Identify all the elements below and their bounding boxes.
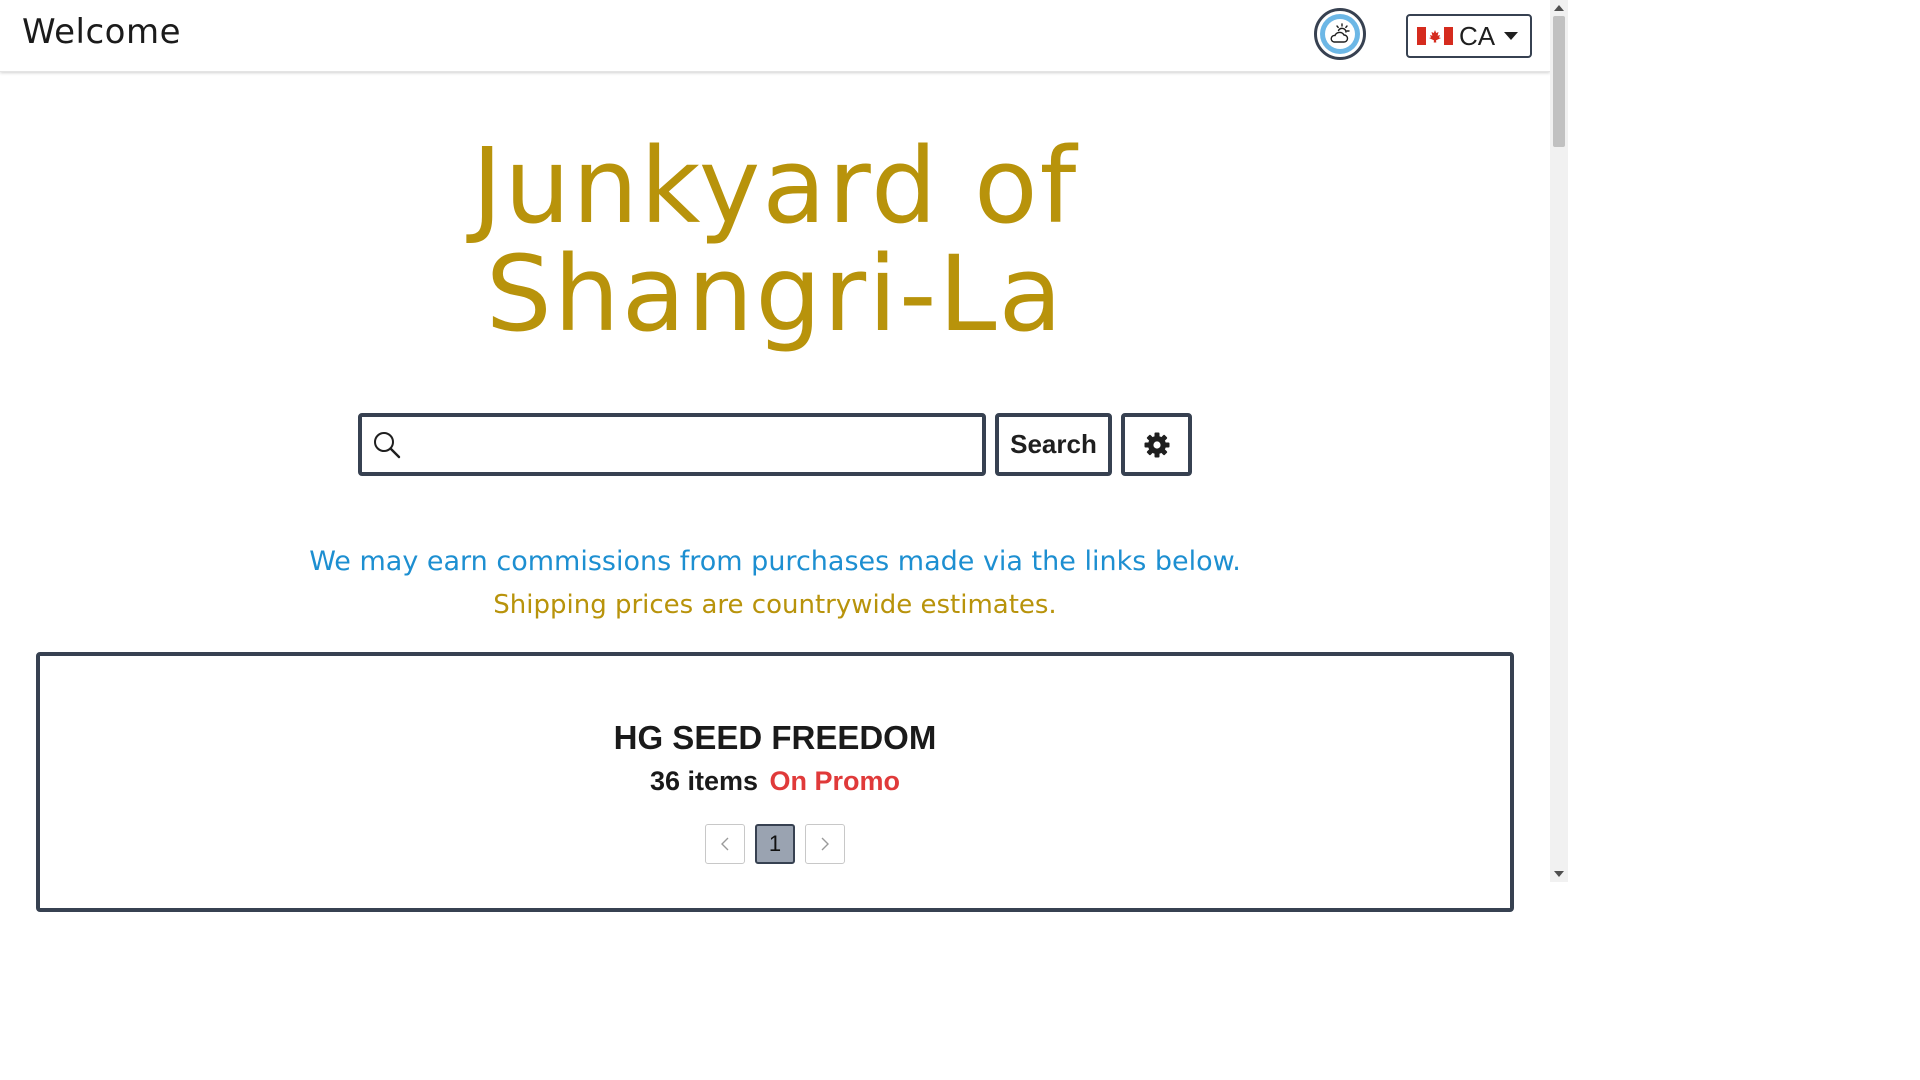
scroll-up-arrow-icon[interactable] [1554, 5, 1564, 11]
site-title: Junkyard of Shangri-La [0, 132, 1550, 348]
prev-page-button[interactable] [705, 824, 745, 864]
country-code: CA [1459, 20, 1496, 51]
search-button[interactable]: Search [995, 413, 1112, 476]
product-title: HG SEED FREEDOM [613, 719, 937, 756]
site-title-line2: Shangri-La [485, 233, 1065, 355]
item-count: 36 items [649, 766, 759, 796]
scroll-down-arrow-icon[interactable] [1554, 871, 1564, 877]
search-settings-button[interactable] [1121, 413, 1192, 476]
commission-notice: We may earn commissions from purchases m… [309, 546, 1241, 577]
partly-cloudy-icon [1330, 23, 1350, 43]
search-input[interactable] [408, 418, 982, 471]
scrollbar-thumb[interactable] [1553, 16, 1565, 147]
weather-toggle-button[interactable] [1314, 8, 1366, 60]
chevron-right-icon [821, 837, 829, 851]
country-selector[interactable]: CA [1406, 14, 1532, 58]
canada-flag-icon [1417, 27, 1453, 45]
page-button-current[interactable]: 1 [755, 824, 795, 864]
top-navbar: Welcome CA [0, 0, 1550, 72]
next-page-button[interactable] [805, 824, 845, 864]
search-field[interactable] [358, 413, 986, 476]
vertical-scrollbar[interactable] [1550, 0, 1568, 882]
welcome-title: Welcome [22, 12, 182, 52]
site-title-line1: Junkyard of [471, 125, 1079, 247]
shipping-notice: Shipping prices are countrywide estimate… [493, 590, 1057, 620]
pagination: 1 [40, 824, 1510, 864]
search-icon [374, 431, 401, 458]
chevron-left-icon [721, 837, 729, 851]
chevron-down-icon [1504, 32, 1519, 40]
promo-label: On Promo [769, 766, 901, 796]
gear-icon [1144, 432, 1169, 457]
product-card: HG SEED FREEDOM 36 items On Promo 1 [36, 652, 1514, 912]
product-summary: 36 items On Promo [40, 766, 1510, 797]
